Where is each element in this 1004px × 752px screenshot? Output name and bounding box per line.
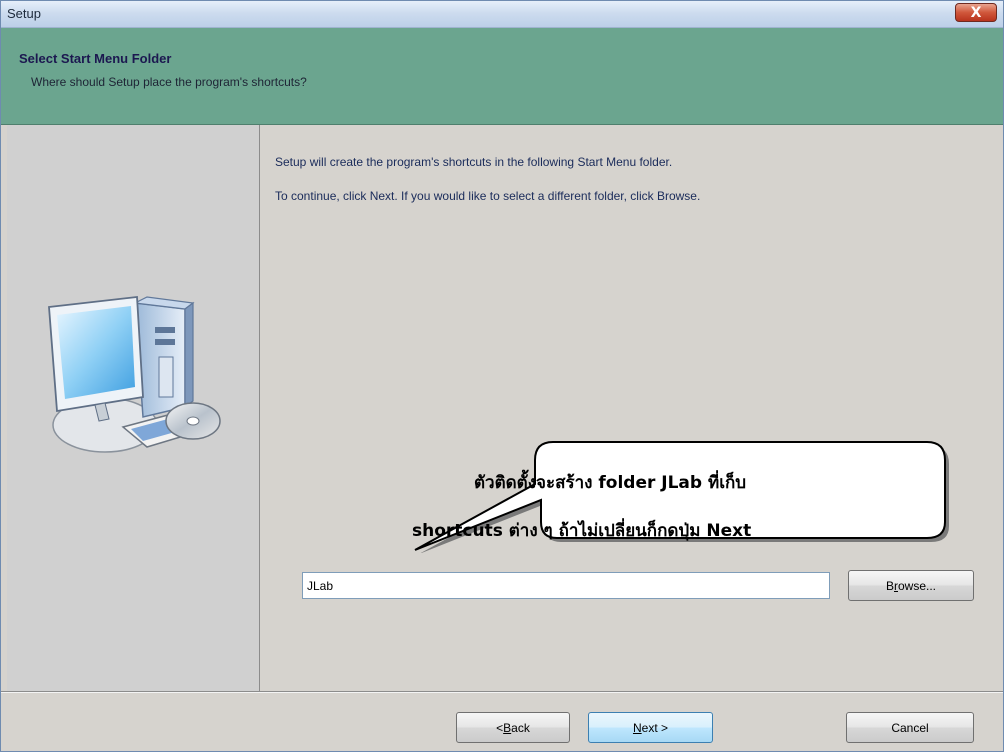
window-title: Setup	[7, 6, 41, 21]
wizard-image-panel	[7, 125, 260, 691]
browse-button[interactable]: Br owse...	[848, 570, 974, 601]
callout-text-line1: ตัวติดตั้งจะสร้าง folder JLab ที่เก็บ	[474, 473, 747, 493]
cancel-button[interactable]: Cancel	[846, 712, 974, 743]
setup-window: Setup X Select Start Menu Folder Where s…	[0, 0, 1004, 752]
close-button[interactable]: X	[955, 3, 997, 22]
wizard-footer: < Back Next > Cancel	[1, 691, 1003, 751]
title-bar[interactable]: Setup X	[1, 1, 1003, 28]
continue-instruction-text: To continue, click Next. If you would li…	[275, 189, 701, 203]
instruction-text: Setup will create the program's shortcut…	[275, 155, 673, 169]
back-button[interactable]: < Back	[456, 712, 570, 743]
computer-with-cd-icon	[48, 295, 221, 453]
close-icon: X	[970, 4, 982, 21]
start-menu-folder-input[interactable]	[302, 572, 830, 599]
wizard-content: Setup will create the program's shortcut…	[260, 125, 1003, 691]
wizard-header: Select Start Menu Folder Where should Se…	[1, 28, 1003, 125]
callout-text-line2: shortcuts ต่าง ๆ ถ้าไม่เปลี่ยนก็กดปุ่ม N…	[412, 521, 752, 541]
page-subtitle: Where should Setup place the program's s…	[31, 75, 307, 89]
page-title: Select Start Menu Folder	[19, 51, 172, 66]
next-button[interactable]: Next >	[588, 712, 713, 743]
